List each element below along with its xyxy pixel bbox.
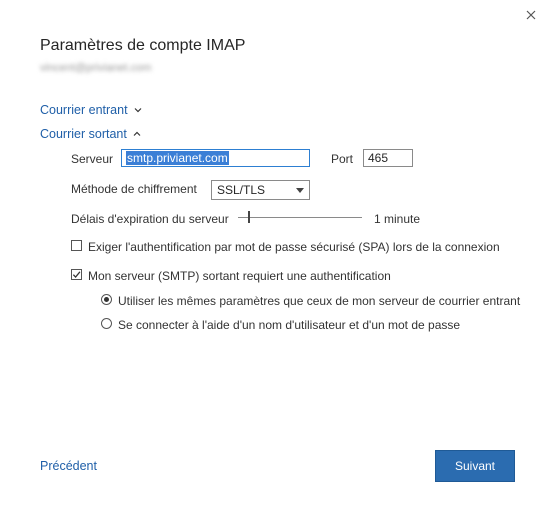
radio-same-settings-label: Utiliser les mêmes paramètres que ceux d…: [118, 294, 521, 308]
server-value: smtp.privianet.com: [126, 151, 229, 165]
encryption-value: SSL/TLS: [217, 183, 266, 197]
radio-login[interactable]: [101, 318, 112, 329]
server-input[interactable]: smtp.privianet.com: [121, 149, 310, 167]
port-input[interactable]: 465: [363, 149, 413, 167]
chevron-up-icon: [133, 131, 141, 136]
dialog-title: Paramètres de compte IMAP: [40, 37, 246, 54]
radio-same-settings[interactable]: [101, 294, 112, 305]
chevron-down-icon: [134, 108, 141, 113]
account-email: vincent@privianet.com: [40, 62, 152, 74]
incoming-mail-label: Courrier entrant: [40, 103, 128, 117]
radio-login-label: Se connecter à l'aide d'un nom d'utilisa…: [118, 318, 461, 332]
port-value: 465: [368, 151, 389, 165]
close-icon: [526, 10, 536, 20]
close-button[interactable]: [520, 4, 542, 26]
encryption-select[interactable]: SSL/TLS: [211, 180, 310, 200]
outgoing-mail-label: Courrier sortant: [40, 127, 127, 141]
encryption-label: Méthode de chiffrement: [71, 182, 197, 196]
spa-checkbox[interactable]: [71, 240, 82, 251]
timeout-label: Délais d'expiration du serveur: [71, 212, 229, 226]
outgoing-mail-toggle[interactable]: Courrier sortant: [40, 127, 142, 141]
incoming-mail-toggle[interactable]: Courrier entrant: [40, 103, 143, 117]
port-label: Port: [331, 152, 354, 166]
checkmark-icon: [72, 271, 81, 278]
back-link[interactable]: Précédent: [40, 459, 97, 473]
smtp-auth-checkbox[interactable]: [71, 269, 82, 280]
timeout-slider-track[interactable]: [238, 217, 362, 218]
next-button[interactable]: Suivant: [435, 450, 515, 482]
radio-selected-dot: [104, 297, 109, 302]
timeout-slider-thumb[interactable]: [248, 211, 250, 223]
chevron-down-icon: [296, 187, 304, 193]
server-label: Serveur: [71, 152, 114, 166]
timeout-value: 1 minute: [374, 212, 421, 226]
spa-label: Exiger l'authentification par mot de pas…: [88, 240, 500, 254]
smtp-auth-label: Mon serveur (SMTP) sortant requiert une …: [88, 269, 391, 283]
